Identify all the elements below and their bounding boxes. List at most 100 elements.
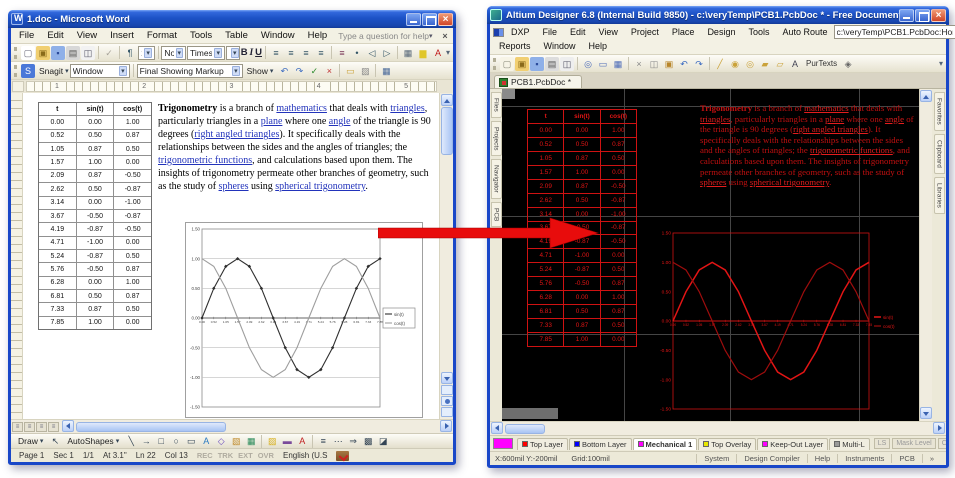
diagram-icon[interactable]: ◇ [214, 434, 228, 448]
right-panel-tab[interactable]: Libraries [934, 177, 945, 214]
web-layout-button[interactable] [24, 422, 35, 432]
print-preview-icon[interactable]: ◫ [560, 57, 574, 71]
undo-icon[interactable]: ↶ [677, 57, 691, 71]
layer-tab-bottom-layer[interactable]: Bottom Layer [569, 438, 632, 450]
minimize-button[interactable] [899, 9, 914, 22]
scroll-down-icon[interactable] [920, 407, 932, 419]
hscrollbar-thumb[interactable] [505, 424, 545, 434]
new-icon[interactable]: ▢ [500, 57, 514, 71]
toolbar-grip[interactable] [493, 58, 496, 70]
hscrollbar-thumb[interactable] [76, 422, 226, 432]
toolbar-grip[interactable] [14, 65, 17, 77]
rectangle-icon[interactable]: □ [154, 434, 168, 448]
underline-button[interactable]: U [255, 46, 262, 60]
menu-item[interactable]: View [593, 26, 624, 38]
scroll-left-icon[interactable] [62, 420, 74, 432]
hyperlink[interactable]: triangles [700, 114, 730, 124]
zoom-in-icon[interactable]: ◎ [581, 57, 595, 71]
horizontal-ruler[interactable]: 12345 [26, 81, 437, 92]
status-panel-button[interactable]: » [922, 454, 941, 463]
ask-question-box[interactable]: Type a question for help [338, 31, 429, 41]
status-flag[interactable]: OVR [258, 451, 274, 460]
numbering-icon[interactable]: ≡ [335, 46, 349, 60]
status-panel-button[interactable]: Design Compiler [736, 454, 806, 463]
menu-item[interactable]: Format [141, 29, 183, 42]
font-color-icon[interactable]: A [431, 46, 445, 60]
wordart-icon[interactable]: A [199, 434, 213, 448]
zoom-select[interactable]: 128% [138, 46, 155, 60]
place-pad-icon[interactable]: ◉ [728, 57, 742, 71]
select-browse-object-button[interactable] [441, 396, 453, 406]
fill-color-icon[interactable]: ▨ [265, 434, 279, 448]
menu-item[interactable]: Project [625, 26, 665, 38]
spelling-status-icon[interactable] [336, 451, 349, 461]
outline-view-button[interactable] [48, 422, 59, 432]
hyperlink[interactable]: angle [885, 114, 904, 124]
canvas-vertical-scrollbar[interactable] [919, 89, 932, 421]
minimize-button[interactable] [406, 13, 421, 26]
close-button[interactable] [438, 13, 453, 26]
autoshapes-menu-button[interactable]: AutoShapes [64, 436, 122, 446]
menu-item[interactable]: Tools [742, 26, 775, 38]
helper-icon[interactable]: ◈ [841, 57, 855, 71]
align-right-icon[interactable]: ≡ [299, 46, 313, 60]
snagit-profile-select[interactable]: Window [70, 64, 130, 78]
print-icon[interactable]: ▤ [545, 57, 559, 71]
status-flag[interactable]: REC [197, 451, 213, 460]
menu-item[interactable]: File [13, 29, 40, 42]
vertical-ruler[interactable] [11, 93, 23, 419]
open-icon[interactable]: ▣ [515, 57, 529, 71]
status-panel-button[interactable]: Help [807, 454, 837, 463]
next-page-button[interactable] [441, 407, 453, 417]
normal-view-button[interactable] [12, 422, 23, 432]
hyperlink[interactable]: spherical trigonometry [750, 177, 829, 187]
layer-tab-mechanical-1[interactable]: Mechanical 1 [633, 438, 698, 450]
display-for-review-select[interactable]: Final Showing Markup [137, 64, 243, 78]
italic-button[interactable]: I [249, 46, 254, 60]
line-icon[interactable]: ╲ [124, 434, 138, 448]
close-button[interactable] [931, 9, 946, 22]
bold-button[interactable]: B [241, 46, 248, 60]
new-document-icon[interactable]: ▢ [21, 46, 35, 60]
snagit-icon[interactable]: S [21, 64, 35, 78]
highlight-icon[interactable]: ▆ [416, 46, 430, 60]
document-address-select[interactable]: c:\veryTemp\PCB1.PcbDoc:HomeName [834, 25, 955, 39]
menu-item[interactable]: View [71, 29, 103, 42]
layer-tab-keep-out-layer[interactable]: Keep-Out Layer [757, 438, 828, 450]
menu-item[interactable]: File [537, 26, 564, 38]
reviewing-pane-icon[interactable]: ▦ [379, 64, 393, 78]
altium-titlebar[interactable]: Altium Designer 6.8 (Internal Build 9850… [487, 6, 949, 24]
trig-paragraph[interactable]: Trigonometry is a branch of mathematics … [158, 102, 438, 193]
increase-indent-icon[interactable]: ▷ [380, 46, 394, 60]
pcb-canvas[interactable]: tsin(t)cos(t)0.000.001.000.520.500.871.0… [502, 89, 919, 421]
current-layer-swatch[interactable] [493, 438, 513, 449]
menu-item[interactable]: Table [219, 29, 254, 42]
vertical-scrollbar[interactable] [439, 93, 453, 419]
dash-style-icon[interactable]: ⋯ [331, 434, 345, 448]
maximize-button[interactable] [915, 9, 930, 22]
formatting-marks-icon[interactable]: ¶ [123, 46, 137, 60]
layer-button[interactable]: Clear [938, 438, 946, 449]
menu-item[interactable]: Reports [493, 40, 537, 52]
redo-icon[interactable]: ↷ [692, 57, 706, 71]
hyperlink[interactable]: right angled triangles [793, 124, 868, 134]
toolbar-grip[interactable] [14, 47, 17, 59]
font-color-icon[interactable]: A [295, 434, 309, 448]
reject-change-icon[interactable]: × [322, 64, 336, 78]
previous-change-icon[interactable]: ↶ [277, 64, 291, 78]
status-panel-button[interactable]: System [696, 454, 736, 463]
layer-button[interactable]: LS [874, 438, 891, 449]
save-icon[interactable]: ▪ [530, 57, 544, 71]
menu-item[interactable]: Tools [184, 29, 218, 42]
hyperlink[interactable]: spherical trigonometry [275, 181, 365, 192]
menu-item[interactable]: DXP [505, 26, 536, 38]
accept-change-icon[interactable]: ✓ [307, 64, 321, 78]
scroll-up-icon[interactable] [920, 90, 932, 102]
menu-item[interactable]: Place [666, 26, 701, 38]
hyperlink[interactable]: mathematics [276, 103, 327, 114]
left-panel-tab[interactable]: Files [491, 92, 502, 118]
hyperlink[interactable]: trigonometric functions [158, 155, 252, 166]
show-menu-button[interactable]: Show [244, 66, 277, 76]
trig-table[interactable]: tsin(t)cos(t)0.000.001.000.520.500.871.0… [38, 102, 152, 330]
hyperlink[interactable]: mathematics [804, 103, 848, 113]
